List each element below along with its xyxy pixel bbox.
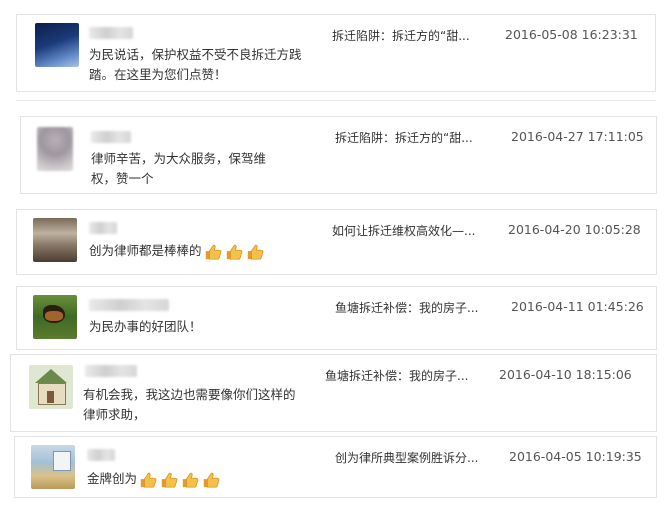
comment-timestamp: 2016-04-10 18:15:06 <box>499 367 632 382</box>
comment-text: 创为律师都是棒棒的 <box>89 243 202 258</box>
article-link[interactable]: 如何让拆迁维权高效化—... <box>332 222 475 239</box>
comment-card: 创为律师都是棒棒的 如何让拆迁维权高效化—... 2016-04-20 10:0… <box>16 209 657 275</box>
article-link[interactable]: 鱼塘拆迁补偿：我的房子... <box>335 299 478 316</box>
article-link[interactable]: 鱼塘拆迁补偿：我的房子... <box>325 367 468 384</box>
thumbs-up-emoji-group <box>204 243 264 261</box>
comment-card: 为民办事的好团队！ 鱼塘拆迁补偿：我的房子... 2016-04-11 01:4… <box>16 286 657 350</box>
article-link[interactable]: 拆迁陷阱：拆迁方的“甜... <box>332 27 470 44</box>
comment-timestamp: 2016-04-20 10:05:28 <box>508 222 641 237</box>
comment-message: 为民办事的好团队！ <box>89 319 202 334</box>
comment-message: 为民说话，保护权益不受不良拆迁方践踏。在这里为您们点赞！ <box>89 47 302 82</box>
room-avatar[interactable] <box>33 218 77 262</box>
comment-message: 金牌创为 <box>87 469 327 489</box>
comment-message: 创为律师都是棒棒的 <box>89 241 329 261</box>
comment-card: 律师辛苦，为大众服务，保驾维权，赞一个 拆迁陷阱：拆迁方的“甜... 2016-… <box>20 116 657 194</box>
thumbs-up-icon <box>246 243 264 261</box>
divider <box>16 100 656 101</box>
blurred-person-avatar[interactable] <box>37 127 73 171</box>
username-blurred[interactable] <box>89 299 169 311</box>
comment-timestamp: 2016-04-11 01:45:26 <box>511 299 644 314</box>
thumbs-up-icon <box>202 471 220 489</box>
night-sky-avatar[interactable] <box>35 23 79 67</box>
username-blurred[interactable] <box>89 222 117 234</box>
thumbs-up-icon <box>225 243 243 261</box>
thumbs-up-icon <box>160 471 178 489</box>
comment-card: 金牌创为 创为律所典型案例胜诉分... 2016-04-05 10:19:35 <box>14 436 657 498</box>
article-link[interactable]: 拆迁陷阱：拆迁方的“甜... <box>335 129 473 146</box>
comment-timestamp: 2016-04-27 17:11:05 <box>511 129 644 144</box>
comment-message: 律师辛苦，为大众服务，保驾维权，赞一个 <box>91 151 267 186</box>
office-avatar[interactable] <box>31 445 75 489</box>
thumbs-up-icon <box>181 471 199 489</box>
dog-avatar[interactable] <box>33 295 77 339</box>
username-blurred[interactable] <box>85 365 137 377</box>
username-blurred[interactable] <box>89 27 133 39</box>
comment-timestamp: 2016-04-05 10:19:35 <box>509 449 642 464</box>
thumbs-up-emoji-group <box>139 471 220 489</box>
article-link[interactable]: 创为律所典型案例胜诉分... <box>335 449 478 466</box>
comment-timestamp: 2016-05-08 16:23:31 <box>505 27 638 42</box>
thumbs-up-icon <box>204 243 222 261</box>
username-blurred[interactable] <box>91 131 131 143</box>
username-blurred[interactable] <box>87 449 115 461</box>
comment-card: 为民说话，保护权益不受不良拆迁方践踏。在这里为您们点赞！ 拆迁陷阱：拆迁方的“甜… <box>16 14 656 92</box>
thumbs-up-icon <box>139 471 157 489</box>
comment-text: 金牌创为 <box>87 471 138 486</box>
comment-card: 有机会我，我这边也需要像你们这样的律师求助， 鱼塘拆迁补偿：我的房子... 20… <box>10 354 657 432</box>
house-money-avatar[interactable] <box>29 365 73 409</box>
comment-message: 有机会我，我这边也需要像你们这样的律师求助， <box>83 387 296 422</box>
